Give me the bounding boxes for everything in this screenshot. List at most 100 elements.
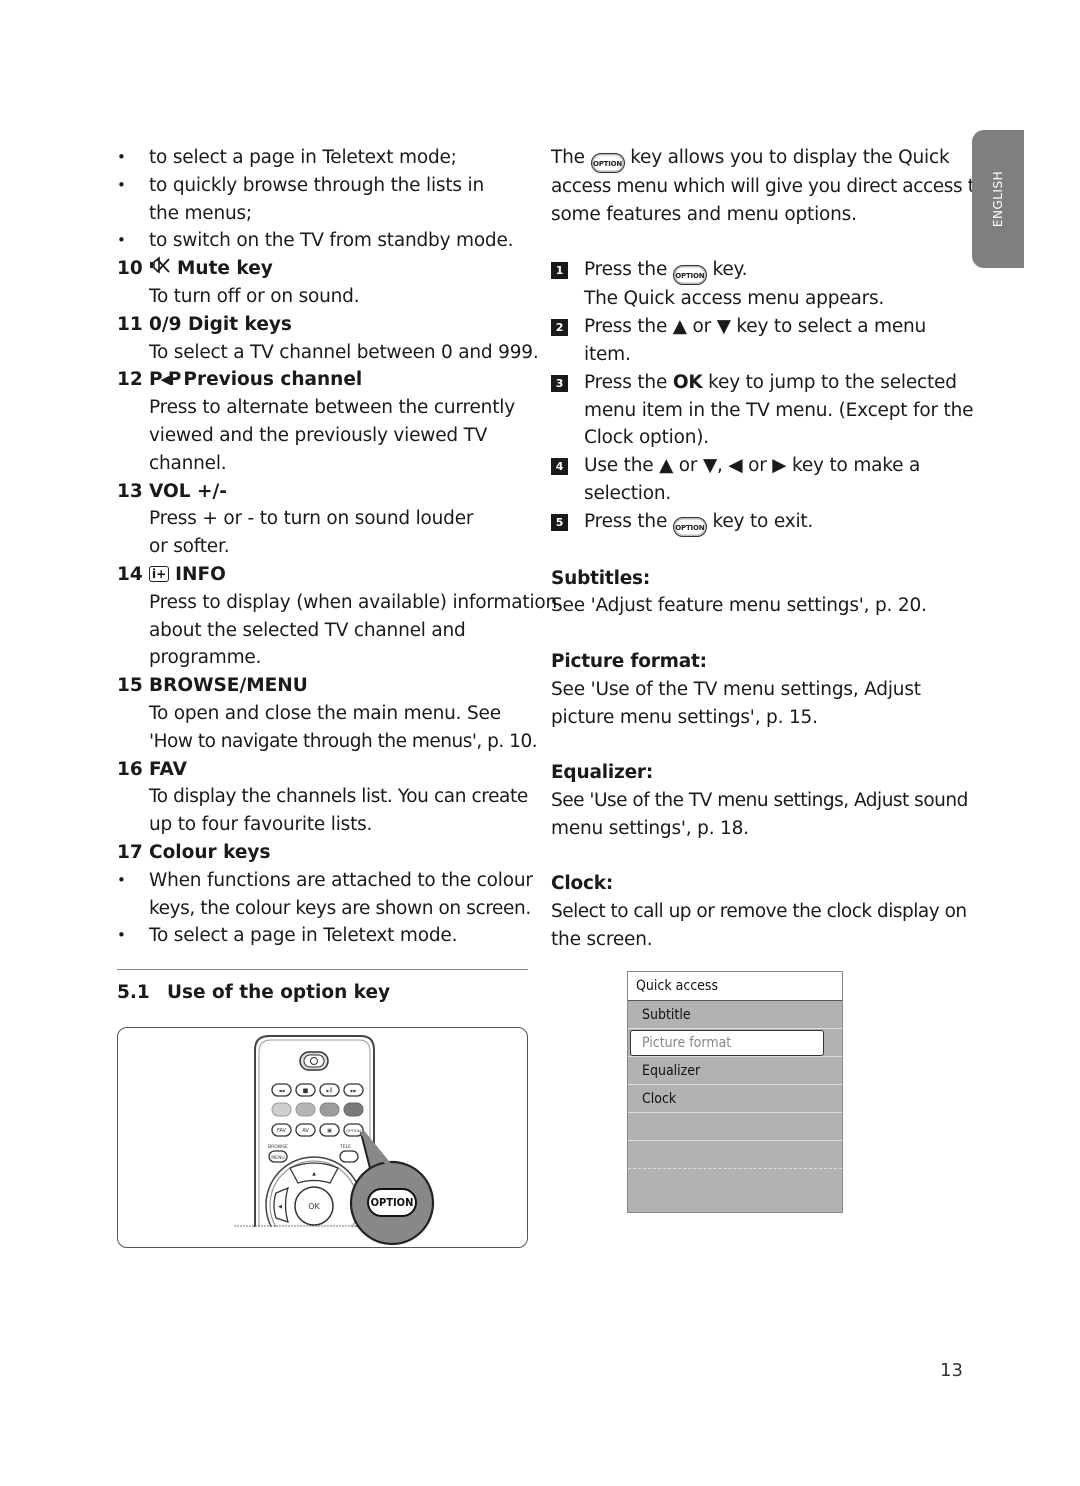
section-number: 5.1 bbox=[117, 982, 150, 1003]
right-column: The OPTION key allows you to display the… bbox=[551, 144, 986, 954]
item-heading-info: 14 i+ INFO bbox=[117, 561, 529, 589]
svg-text:▣: ▣ bbox=[327, 1128, 332, 1134]
quick-access-title: Quick access bbox=[628, 972, 842, 1001]
browse-label: BROWSE bbox=[268, 1144, 288, 1150]
bullet-item: When functions are attached to the colou… bbox=[117, 867, 533, 895]
step-text: Press the bbox=[584, 259, 668, 281]
item-heading-mute: 10 Mute key bbox=[117, 255, 529, 283]
item-description: To select a TV channel between 0 and 999… bbox=[149, 341, 539, 363]
menu-item-label: Equalizer bbox=[642, 1063, 701, 1079]
section-text: menu settings', p. 18. bbox=[551, 817, 749, 839]
menu-item-label: Subtitle bbox=[642, 1007, 691, 1023]
page-number: 13 bbox=[940, 1360, 963, 1381]
step-number: 1 bbox=[551, 262, 568, 280]
menu-item-clock[interactable]: Clock bbox=[628, 1085, 842, 1113]
item-description: 'How to navigate through the menus', p. … bbox=[149, 730, 538, 752]
item-number: 11 bbox=[117, 313, 143, 335]
menu-item-empty bbox=[628, 1141, 842, 1169]
item-description: To open and close the main menu. See bbox=[149, 702, 501, 724]
ok-key-label: OK bbox=[308, 1202, 320, 1211]
info-icon: i+ bbox=[149, 561, 170, 589]
option-key-icon: OPTION bbox=[672, 516, 707, 537]
step-text: key to exit. bbox=[712, 510, 814, 532]
manual-page: to select a page in Teletext mode; to qu… bbox=[0, 0, 1080, 1486]
option-key-icon: OPTION bbox=[672, 265, 707, 286]
left-column: to select a page in Teletext mode; to qu… bbox=[117, 144, 558, 950]
menu-item-equalizer[interactable]: Equalizer bbox=[628, 1057, 842, 1085]
section-divider bbox=[117, 969, 528, 970]
step-5: 5 Press the OPTION key to exit. bbox=[551, 508, 963, 537]
step-text: Press the bbox=[584, 510, 668, 532]
section-subtitles-title: Subtitles: bbox=[551, 567, 651, 589]
item-number: 10 bbox=[117, 258, 143, 280]
menu-key-label: MENU bbox=[271, 1155, 284, 1161]
item-description: Press + or - to turn on sound louder bbox=[149, 508, 474, 530]
item-title: Previous channel bbox=[183, 369, 363, 391]
section-text: See 'Use of the TV menu settings, Adjust… bbox=[551, 789, 968, 811]
svg-text:◂◂: ◂◂ bbox=[278, 1088, 284, 1095]
section-text: Select to call up or remove the clock di… bbox=[551, 901, 967, 923]
step-text: Press the ▲ or ▼ key to select a menu bbox=[584, 316, 927, 338]
item-number: 13 bbox=[117, 480, 143, 502]
item-description: Press to display (when available) inform… bbox=[149, 591, 558, 613]
item-description: up to four favourite lists. bbox=[149, 814, 373, 836]
step-number: 2 bbox=[551, 319, 568, 337]
section-clock-title: Clock: bbox=[551, 873, 614, 895]
item-title: 0/9 Digit keys bbox=[149, 313, 292, 335]
item-description: Press to alternate between the currently bbox=[149, 397, 515, 419]
tele-label: TELE bbox=[339, 1144, 351, 1150]
menu-item-empty bbox=[628, 1169, 842, 1197]
item-title: Colour keys bbox=[149, 841, 271, 863]
bullet-item: to quickly browse through the lists in bbox=[117, 172, 529, 200]
item-description: or softer. bbox=[149, 536, 230, 558]
item-number: 12 bbox=[117, 369, 143, 391]
item-number: 15 bbox=[117, 675, 143, 697]
item-description: about the selected TV channel and bbox=[149, 619, 466, 641]
menu-item-empty bbox=[628, 1113, 842, 1141]
item-number: 17 bbox=[117, 841, 143, 863]
item-title: INFO bbox=[175, 563, 226, 585]
av-key-label: AV bbox=[302, 1128, 309, 1134]
quick-access-menu: Quick access Subtitle Picture format Equ… bbox=[627, 971, 843, 1213]
section-text: See 'Adjust feature menu settings', p. 2… bbox=[551, 595, 927, 617]
step-text: key to jump to the selected bbox=[702, 371, 957, 393]
item-heading-previous-channel: 12 P◂P Previous channel bbox=[117, 366, 529, 394]
step-number: 4 bbox=[551, 458, 568, 476]
menu-item-label: Picture format bbox=[642, 1035, 732, 1051]
svg-text:◀: ◀ bbox=[278, 1204, 282, 1210]
language-label: ENGLISH bbox=[991, 170, 1005, 228]
section-text: picture menu settings', p. 15. bbox=[551, 706, 818, 728]
item-title: VOL +/- bbox=[149, 480, 227, 502]
svg-text:▸▸: ▸▸ bbox=[350, 1088, 356, 1095]
intro-text: access menu which will give you direct a… bbox=[551, 176, 986, 197]
step-number: 5 bbox=[551, 513, 568, 531]
item-number: 14 bbox=[117, 563, 143, 585]
section-title: Use of the option key bbox=[167, 982, 391, 1003]
item-heading-colour-keys: 17 Colour keys bbox=[117, 839, 529, 867]
item-title: Mute key bbox=[177, 258, 273, 280]
info-icon-label: i+ bbox=[149, 565, 170, 582]
intro-text: some features and menu options. bbox=[551, 203, 857, 225]
intro-prefix: The bbox=[551, 147, 585, 168]
menu-item-subtitle[interactable]: Subtitle bbox=[628, 1001, 842, 1029]
menu-item-picture-format[interactable]: Picture format bbox=[628, 1029, 842, 1057]
bullet-continuation: keys, the colour keys are shown on scree… bbox=[149, 897, 531, 919]
mute-icon bbox=[149, 255, 171, 283]
language-tab: ENGLISH bbox=[972, 130, 1024, 268]
svg-text:▲: ▲ bbox=[312, 1171, 316, 1177]
step-text: item. bbox=[584, 343, 631, 365]
section-text: See 'Use of the TV menu settings, Adjust bbox=[551, 678, 921, 700]
item-heading-browse-menu: 15 BROWSE/MENU bbox=[117, 672, 529, 700]
intro-text: The OPTION key allows you to display the… bbox=[551, 144, 963, 173]
step-text: menu item in the TV menu. (Except for th… bbox=[584, 399, 974, 421]
section-equalizer-title: Equalizer: bbox=[551, 762, 654, 784]
section-picture-format-title: Picture format: bbox=[551, 650, 707, 672]
section-heading: 5.1 Use of the option key bbox=[117, 979, 390, 1006]
bullet-continuation: the menus; bbox=[149, 202, 252, 224]
step-4: 4 Use the ▲ or ▼, ◀ or ▶ key to make a bbox=[551, 452, 963, 480]
item-description: channel. bbox=[149, 452, 227, 474]
step-2: 2 Press the ▲ or ▼ key to select a menu bbox=[551, 313, 963, 341]
option-key-small-label: OPTION bbox=[346, 1128, 361, 1133]
item-title: FAV bbox=[149, 758, 187, 780]
remote-control-illustration: ◂◂ ■ ▸ll ▸▸ FAV AV ▣ OPTION BROWSE MENU bbox=[117, 1027, 528, 1248]
